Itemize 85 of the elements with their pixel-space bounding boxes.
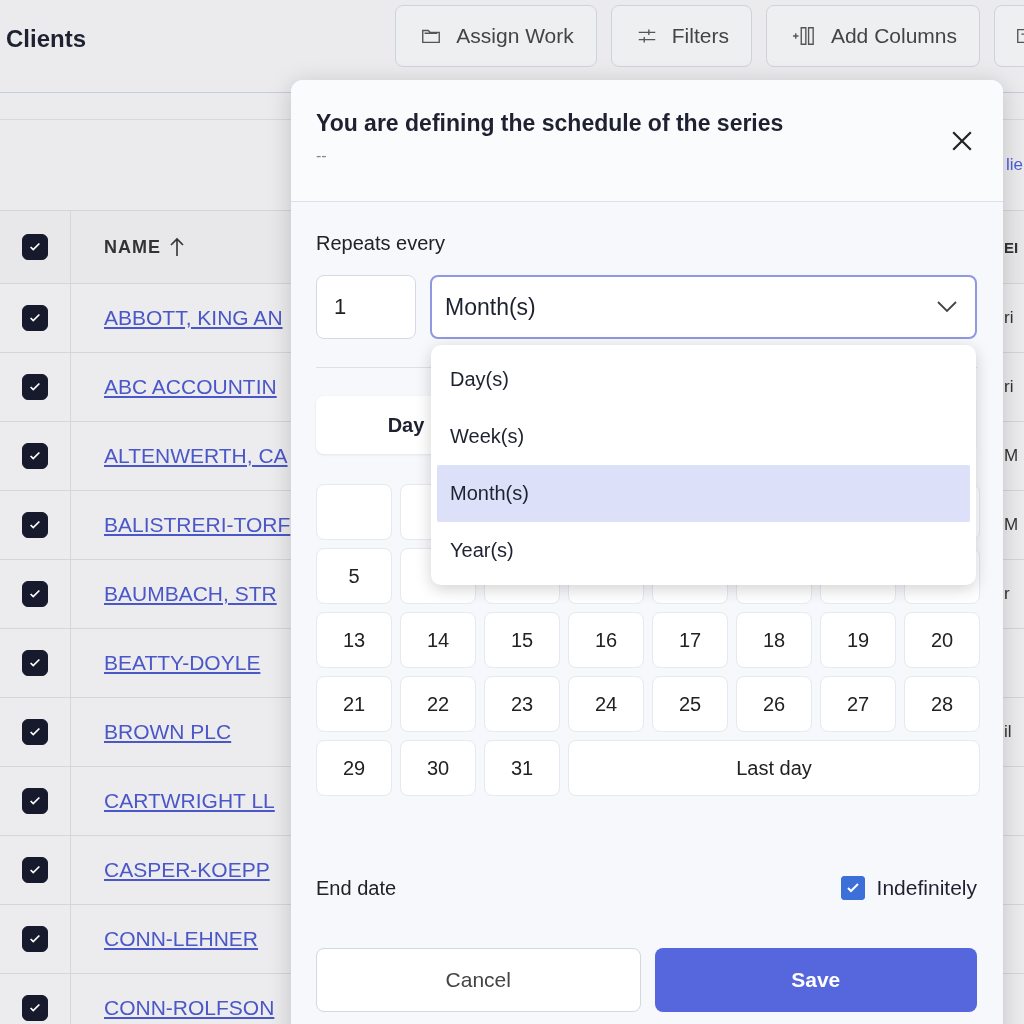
- dropdown-option[interactable]: Month(s): [437, 465, 970, 522]
- row-checkbox[interactable]: [22, 581, 48, 607]
- row-checkbox[interactable]: [22, 650, 48, 676]
- cancel-button[interactable]: Cancel: [316, 948, 641, 1012]
- day-cell[interactable]: 26: [736, 676, 812, 732]
- checkmark-icon: [28, 449, 42, 463]
- day-cell[interactable]: 19: [820, 612, 896, 668]
- last-day-cell[interactable]: Last day: [568, 740, 980, 796]
- client-name-link[interactable]: ABBOTT, KING AN: [104, 306, 283, 330]
- day-cell[interactable]: 20: [904, 612, 980, 668]
- day-cell[interactable]: 28: [904, 676, 980, 732]
- client-name-link[interactable]: CONN-ROLFSON: [104, 996, 275, 1020]
- chevron-down-icon: [936, 301, 958, 313]
- dropdown-option[interactable]: Year(s): [437, 522, 970, 579]
- client-name-link[interactable]: BROWN PLC: [104, 720, 232, 744]
- day-cell[interactable]: 16: [568, 612, 644, 668]
- indefinitely-checkbox[interactable]: [840, 876, 865, 900]
- select-all-checkbox[interactable]: [22, 234, 48, 260]
- day-cell[interactable]: 15: [484, 612, 560, 668]
- sort-arrow-icon: [169, 237, 185, 257]
- page-title: Clients: [6, 25, 86, 53]
- table-cell: ri: [1004, 308, 1014, 328]
- checkmark-icon: [28, 863, 42, 877]
- repeats-label: Repeats every: [316, 232, 445, 254]
- row-checkbox[interactable]: [22, 512, 48, 538]
- client-name-link[interactable]: BEATTY-DOYLE: [104, 651, 261, 675]
- client-name-link[interactable]: BAUMBACH, STR: [104, 582, 277, 606]
- row-checkbox[interactable]: [22, 305, 48, 331]
- save-button[interactable]: Save: [654, 948, 977, 1012]
- day-cell[interactable]: 18: [736, 612, 812, 668]
- toolbar-button[interactable]: Filters: [610, 5, 752, 67]
- row-checkbox[interactable]: [22, 995, 48, 1021]
- day-cell[interactable]: 21: [316, 676, 392, 732]
- day-cell[interactable]: 30: [400, 740, 476, 796]
- table-cell: il: [1004, 722, 1012, 742]
- day-cell[interactable]: 29: [316, 740, 392, 796]
- table-cell: r: [1004, 584, 1010, 604]
- client-name-link[interactable]: BALISTRERI-TORF: [104, 513, 291, 537]
- link[interactable]: lie: [1006, 155, 1023, 175]
- row-checkbox[interactable]: [22, 443, 48, 469]
- interval-field[interactable]: 1: [316, 275, 416, 339]
- checkmark-icon: [28, 311, 42, 325]
- unit-dropdown[interactable]: Month(s): [430, 275, 977, 339]
- day-cell[interactable]: 22: [400, 676, 476, 732]
- table-cell: ri: [1004, 377, 1014, 397]
- checkbox-label: Indefinitely: [876, 876, 977, 900]
- column-header[interactable]: EI: [1004, 238, 1019, 256]
- toolbar-button[interactable]: Add Columns: [765, 5, 980, 67]
- client-name-link[interactable]: CARTWRIGHT LL: [104, 789, 275, 813]
- checkmark-icon: [28, 932, 42, 946]
- dialog-subtitle: --: [316, 147, 328, 165]
- day-cell[interactable]: 25: [652, 676, 728, 732]
- day-cell[interactable]: 13: [316, 612, 392, 668]
- table-cell: M: [1004, 515, 1019, 535]
- end-date-label: End date: [316, 876, 397, 900]
- day-cell[interactable]: 27: [820, 676, 896, 732]
- table-cell: M: [1004, 446, 1019, 466]
- client-name-link[interactable]: CONN-LEHNER: [104, 927, 258, 951]
- checkmark-icon: [28, 794, 42, 808]
- checkmark-icon: [28, 725, 42, 739]
- checkmark-icon: [28, 656, 42, 670]
- row-checkbox[interactable]: [22, 926, 48, 952]
- day-cell[interactable]: 31: [484, 740, 560, 796]
- client-name-link[interactable]: CASPER-KOEPP: [104, 858, 270, 882]
- row-checkbox[interactable]: [22, 857, 48, 883]
- day-cell[interactable]: 5: [316, 548, 392, 604]
- client-name-link[interactable]: ALTENWERTH, CA: [104, 444, 288, 468]
- dialog-title: You are defining the schedule of the series: [316, 110, 784, 137]
- checkmark-icon: [28, 240, 42, 254]
- checkmark-icon: [28, 518, 42, 532]
- column-header[interactable]: NAME: [104, 236, 161, 258]
- toolbar-button[interactable]: Assign Work: [395, 5, 597, 67]
- row-checkbox[interactable]: [22, 719, 48, 745]
- day-cell[interactable]: 23: [484, 676, 560, 732]
- row-checkbox[interactable]: [22, 374, 48, 400]
- day-cell[interactable]: 24: [568, 676, 644, 732]
- client-name-link[interactable]: ABC ACCOUNTIN: [104, 375, 277, 399]
- day-cell[interactable]: 14: [400, 612, 476, 668]
- row-checkbox[interactable]: [22, 788, 48, 814]
- day-cell[interactable]: 17: [652, 612, 728, 668]
- checkmark-icon: [28, 587, 42, 601]
- checkmark-icon: [28, 1001, 42, 1015]
- checkmark-icon: [28, 380, 42, 394]
- close-icon[interactable]: [951, 130, 973, 152]
- day-cell[interactable]: [316, 484, 392, 540]
